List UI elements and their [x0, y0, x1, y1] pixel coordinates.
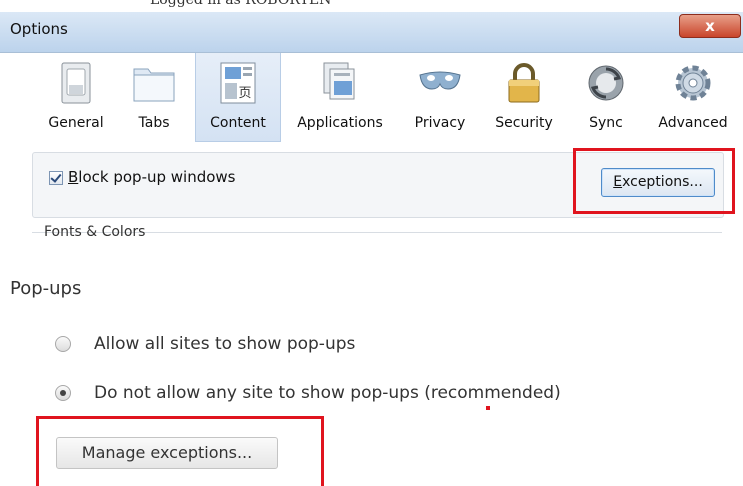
tab-label: Content: [210, 115, 266, 131]
highlight-box-exceptions: [573, 148, 735, 214]
label-text: lock pop-up windows: [78, 168, 236, 186]
label-mnemonic: B: [68, 168, 79, 186]
tab-label: Advanced: [658, 115, 728, 131]
chrome-popups-section: Pop-ups Allow all sites to show pop-ups …: [0, 238, 743, 486]
title-bar: [0, 12, 743, 53]
firefox-options-window: Logged in as ROBORTEN Options x General: [0, 0, 743, 238]
radio-block-all[interactable]: [55, 385, 71, 401]
tab-tabs[interactable]: Tabs: [124, 53, 184, 141]
tab-general[interactable]: General: [40, 53, 112, 141]
options-toolbar: General Tabs 页 Content Applications Priv…: [0, 53, 743, 143]
content-page-icon: 页: [215, 61, 261, 110]
tab-label: Applications: [297, 115, 383, 131]
tab-label: General: [48, 115, 104, 131]
block-popups-label[interactable]: Block pop-up windows: [68, 168, 236, 186]
block-popups-checkbox[interactable]: [49, 171, 63, 185]
tab-content[interactable]: 页 Content: [195, 53, 281, 142]
section-title: Pop-ups: [10, 278, 82, 299]
tab-label: Tabs: [138, 115, 170, 131]
tab-label: Security: [495, 115, 553, 131]
tab-privacy[interactable]: Privacy: [406, 53, 474, 141]
radio-allow-all[interactable]: [55, 336, 71, 352]
red-marker-dot: [486, 406, 490, 410]
window-title: Options: [10, 20, 68, 38]
sync-icon: [586, 61, 626, 110]
general-switch-icon: [58, 61, 94, 110]
fonts-colors-heading: Fonts & Colors: [44, 224, 146, 238]
radio-allow-all-label[interactable]: Allow all sites to show pop-ups: [94, 334, 355, 354]
tabs-folder-icon: [131, 61, 177, 110]
close-button[interactable]: x: [679, 14, 741, 38]
applications-icon: [320, 61, 360, 110]
radio-block-all-label[interactable]: Do not allow any site to show pop-ups (r…: [94, 383, 561, 403]
svg-text:页: 页: [238, 86, 251, 101]
background-page-text: Logged in as ROBORTEN: [150, 0, 332, 8]
tab-sync[interactable]: Sync: [578, 53, 634, 141]
highlight-box-manage: [36, 416, 324, 486]
tab-label: Privacy: [414, 115, 466, 131]
tab-security[interactable]: Security: [487, 53, 561, 141]
tab-label: Sync: [589, 115, 623, 131]
advanced-gear-icon: [673, 61, 713, 110]
tab-applications[interactable]: Applications: [288, 53, 392, 141]
privacy-mask-icon: [417, 61, 463, 110]
tab-advanced[interactable]: Advanced: [648, 53, 738, 141]
security-lock-icon: [504, 61, 544, 110]
